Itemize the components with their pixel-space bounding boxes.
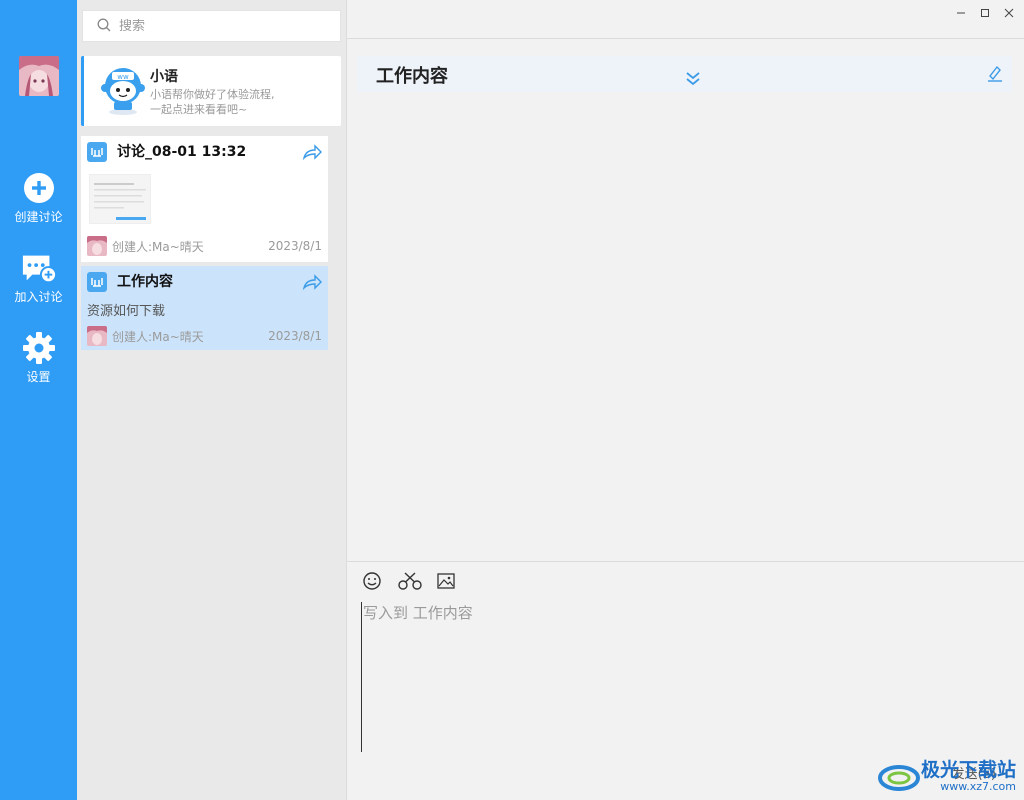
watermark-logo-icon [877, 765, 920, 791]
svg-text:ww: ww [117, 73, 129, 81]
close-icon[interactable] [999, 4, 1019, 22]
plus-circle-icon [21, 170, 57, 206]
minimize-icon[interactable] [951, 4, 971, 22]
discussion-date: 2023/8/1 [268, 329, 322, 343]
search-box[interactable] [82, 10, 341, 42]
left-rail: 创建讨论 加入讨论 设置 [0, 0, 77, 800]
scissors-icon[interactable] [397, 570, 423, 592]
user-avatar[interactable] [19, 56, 59, 96]
discussion-date: 2023/8/1 [268, 239, 322, 253]
bot-desc-line2: 一起点进来看看吧~ [150, 103, 248, 116]
watermark-text: 极光下载站 [920, 758, 1016, 781]
discussion-list-panel: ww 小语 小语帮你做好了体验流程, 一起点进来看看吧~ 讨论_08-01 13… [77, 0, 347, 800]
creator-label: 创建人:Ma~晴天 [112, 239, 204, 254]
gear-icon [21, 330, 57, 366]
join-discussion-button[interactable]: 加入讨论 [0, 250, 77, 314]
emoji-icon[interactable] [361, 570, 383, 592]
message-input[interactable] [361, 602, 1011, 752]
robot-mascot-icon: ww [98, 64, 148, 116]
topic-header: 工作内容 [357, 56, 1012, 92]
conversation-pane: 工作内容 发送(S) 极光下载站 www.xz7.com [347, 0, 1024, 800]
search-input[interactable] [119, 18, 319, 34]
settings-button[interactable]: 设置 [0, 330, 77, 394]
discussion-item[interactable]: 讨论_08-01 13:32 创建人:Ma~晴天 2023/8/1 [81, 136, 328, 262]
creator-label: 创建人:Ma~晴天 [112, 329, 204, 344]
settings-label: 设置 [26, 370, 51, 384]
discussion-item-selected[interactable]: 工作内容 资源如何下载 创建人:Ma~晴天 2023/8/1 [81, 266, 328, 350]
header-divider [347, 38, 1024, 39]
create-discussion-label: 创建讨论 [14, 210, 63, 224]
join-discussion-label: 加入讨论 [14, 290, 63, 304]
discussion-logo-icon [87, 272, 107, 292]
image-icon[interactable] [435, 570, 457, 592]
share-icon[interactable] [302, 144, 322, 161]
watermark: 极光下载站 www.xz7.com [877, 758, 1016, 794]
chat-add-icon [21, 250, 57, 286]
watermark-url: www.xz7.com [940, 779, 1016, 793]
creator-avatar [87, 326, 107, 346]
search-icon [97, 17, 111, 36]
discussion-preview: 资源如何下载 [87, 304, 166, 319]
bot-desc-line1: 小语帮你做好了体验流程, [150, 88, 275, 101]
topic-title: 工作内容 [376, 66, 448, 87]
discussion-footer: 创建人:Ma~晴天 2023/8/1 [87, 326, 322, 346]
discussion-thumbnail [89, 174, 151, 224]
edit-pen-icon[interactable] [986, 64, 1004, 82]
discussion-title: 讨论_08-01 13:32 [117, 144, 247, 160]
double-chevron-down-icon[interactable] [685, 70, 701, 88]
discussion-logo-icon [87, 142, 107, 162]
creator-avatar [87, 236, 107, 256]
discussion-footer: 创建人:Ma~晴天 2023/8/1 [87, 236, 322, 256]
bot-name: 小语 [150, 69, 178, 85]
maximize-icon[interactable] [975, 4, 995, 22]
create-discussion-button[interactable]: 创建讨论 [0, 170, 77, 234]
window-titlebar [347, 0, 1024, 28]
bot-card[interactable]: ww 小语 小语帮你做好了体验流程, 一起点进来看看吧~ [81, 56, 341, 126]
discussion-title: 工作内容 [117, 274, 173, 290]
share-icon[interactable] [302, 274, 322, 291]
bot-description: 小语帮你做好了体验流程, 一起点进来看看吧~ [150, 87, 340, 117]
